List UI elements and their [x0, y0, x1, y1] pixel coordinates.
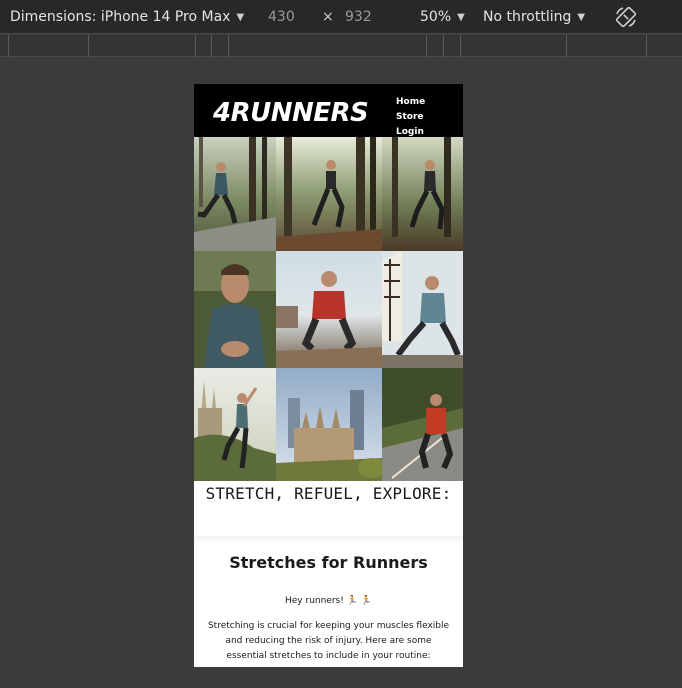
chevron-down-icon: ▼	[577, 12, 586, 23]
article-greeting: Hey runners! 🏃 🏃	[285, 596, 372, 606]
device-dimensions-label: Dimensions: iPhone 14 Pro Max	[10, 9, 231, 25]
device-viewport[interactable]: 4RUNNERS Home Store Login STRETCH, REFUE…	[194, 84, 463, 667]
photo-gallery	[194, 137, 463, 481]
viewport-height-input[interactable]: 932	[345, 8, 372, 26]
site-header: 4RUNNERS Home Store Login	[194, 84, 463, 137]
article-title: Stretches for Runners	[229, 553, 428, 572]
zoom-label: 50%	[420, 9, 452, 25]
gallery-photo-forest-runner-3	[382, 137, 463, 251]
article-intro: Stretching is crucial for keeping your m…	[207, 621, 450, 661]
chevron-down-icon: ▼	[236, 12, 245, 23]
zoom-dropdown[interactable]: 50% ▼	[420, 8, 465, 26]
gallery-photo-runner-castle	[194, 368, 276, 481]
throttling-label: No throttling	[483, 9, 572, 25]
gallery-photo-forest-runner-2	[276, 137, 382, 251]
nav-home-link[interactable]: Home	[396, 95, 456, 110]
throttling-dropdown[interactable]: No throttling ▼	[483, 8, 585, 26]
site-tagline: STRETCH, REFUEL, EXPLORE:	[205, 484, 452, 503]
site-logo[interactable]: 4RUNNERS	[213, 98, 369, 128]
rotate-icon[interactable]	[614, 5, 638, 29]
chevron-down-icon: ▼	[457, 12, 465, 23]
media-query-ruler[interactable]	[0, 35, 682, 57]
nav-store-link[interactable]: Store	[396, 110, 456, 125]
gallery-photo-forest-runner-1	[194, 137, 276, 251]
gallery-photo-runner-lunge	[382, 251, 463, 368]
site-nav: Home Store Login	[396, 95, 456, 140]
gallery-photo-city-skyline	[276, 368, 382, 481]
dimension-separator: ×	[322, 9, 334, 25]
devtools-device-toolbar: Dimensions: iPhone 14 Pro Max ▼ 430 × 932…	[0, 0, 682, 34]
gallery-photo-runner-road	[382, 368, 463, 481]
gallery-photo-runner-crouch	[276, 251, 382, 368]
gallery-photo-runner-portrait	[194, 251, 276, 368]
device-dimensions-dropdown[interactable]: Dimensions: iPhone 14 Pro Max ▼	[10, 8, 244, 26]
viewport-width-input[interactable]: 430	[268, 8, 295, 26]
section-divider	[194, 536, 463, 544]
